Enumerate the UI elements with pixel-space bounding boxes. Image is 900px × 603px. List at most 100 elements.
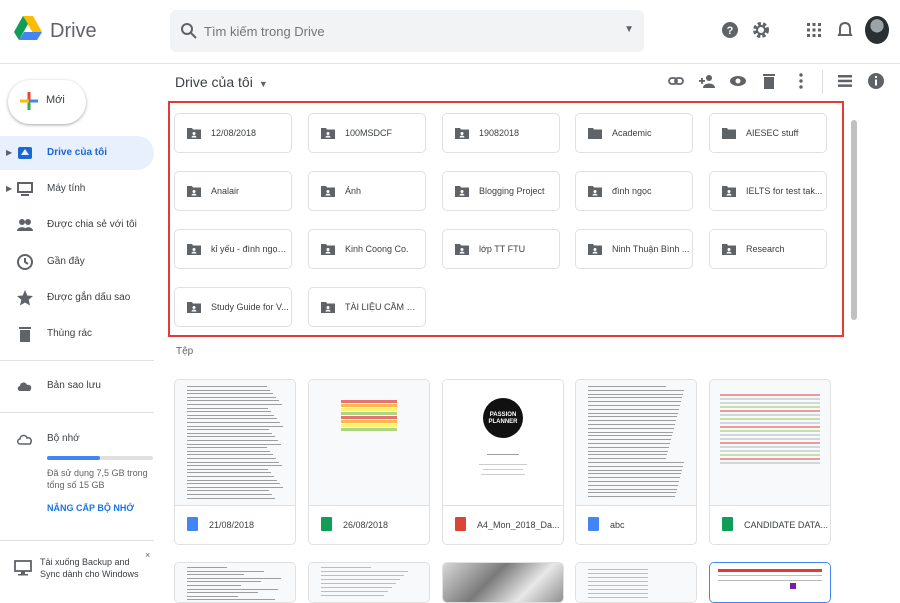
search-options-icon[interactable]: ▼: [624, 24, 634, 35]
file-thumbnail: [576, 563, 696, 602]
expand-caret-icon[interactable]: ▶: [6, 184, 12, 193]
folder-name: Research: [746, 244, 785, 254]
list-view-icon[interactable]: [836, 72, 854, 90]
folder-item[interactable]: AIESEC stuff: [709, 113, 827, 153]
add-person-icon[interactable]: [698, 72, 716, 90]
upgrade-storage-link[interactable]: NÂNG CẤP BỘ NHỚ: [47, 503, 134, 513]
file-card[interactable]: [442, 562, 564, 603]
folder-name: 19082018: [479, 128, 520, 138]
folder-item[interactable]: Research: [709, 229, 827, 269]
sheet-file-icon: [722, 517, 733, 531]
svg-text:?: ?: [727, 25, 734, 37]
shared-folder-icon: [187, 302, 201, 313]
star-icon: [17, 290, 33, 306]
sidebar-item-starred[interactable]: Được gắn dấu sao: [0, 281, 154, 315]
shared-folder-icon: [722, 186, 736, 197]
shared-folder-icon: [321, 186, 335, 197]
sidebar-item-backups[interactable]: Bản sao lưu: [0, 369, 154, 403]
drive-icon: [18, 147, 32, 159]
file-card[interactable]: 21/08/2018: [174, 379, 296, 545]
folder-item[interactable]: Ảnh: [308, 171, 426, 211]
sidebar-item-storage[interactable]: Bộ nhớ: [0, 422, 154, 456]
folder-item[interactable]: Blogging Project: [442, 171, 560, 211]
shared-folder-icon: [588, 244, 602, 255]
shared-folder-icon: [588, 186, 602, 197]
scrollbar[interactable]: [851, 120, 857, 320]
file-card[interactable]: CANDIDATE DATA...: [709, 379, 831, 545]
folder-item[interactable]: lớp TT FTU: [442, 229, 560, 269]
shared-folder-icon: [455, 186, 469, 197]
sidebar-item-computers[interactable]: ▶ Máy tính: [0, 172, 154, 206]
folder-item[interactable]: 12/08/2018: [174, 113, 292, 153]
link-icon[interactable]: [667, 72, 685, 90]
file-card[interactable]: [575, 562, 697, 603]
preview-eye-icon[interactable]: [729, 72, 747, 90]
file-name: abc: [610, 520, 625, 530]
folder-item[interactable]: IELTS for test tak...: [709, 171, 827, 211]
search-input[interactable]: [204, 20, 604, 42]
backup-sync-promo[interactable]: Tải xuống Backup and Sync dành cho Windo…: [0, 548, 154, 592]
cloud-outline-icon: [17, 434, 32, 445]
sidebar-item-shared[interactable]: Được chia sẻ với tôi: [0, 208, 154, 242]
backup-sync-text: Tải xuống Backup and Sync dành cho Windo…: [40, 557, 139, 579]
storage-progress-fill: [47, 456, 100, 460]
shared-folder-icon: [321, 302, 335, 313]
file-thumbnail: [710, 380, 830, 506]
folder-item[interactable]: Ninh Thuận Bình ...: [575, 229, 693, 269]
sidebar-divider: [0, 540, 154, 541]
file-thumbnail: [309, 380, 429, 506]
more-vert-icon[interactable]: [792, 72, 810, 90]
search-box[interactable]: ▼: [170, 10, 644, 52]
sidebar-item-trash[interactable]: Thùng rác: [0, 317, 154, 351]
avatar[interactable]: [865, 16, 889, 44]
close-icon[interactable]: ×: [145, 550, 150, 560]
breadcrumb[interactable]: Drive của tôi ▼: [175, 74, 268, 90]
folder-item[interactable]: 19082018: [442, 113, 560, 153]
file-name: CANDIDATE DATA...: [744, 520, 828, 530]
folder-item[interactable]: Academic: [575, 113, 693, 153]
file-name: 26/08/2018: [343, 520, 389, 530]
file-card[interactable]: 26/08/2018: [308, 379, 430, 545]
sidebar-item-label: Gần đây: [47, 256, 85, 267]
sidebar-item-label: Bản sao lưu: [47, 380, 101, 391]
file-card[interactable]: [174, 562, 296, 603]
folder-item[interactable]: 100MSDCF: [308, 113, 426, 153]
info-icon[interactable]: [867, 72, 885, 90]
file-card[interactable]: [709, 562, 831, 603]
sidebar-item-label: Drive của tôi: [47, 147, 108, 158]
cloud-icon: [17, 382, 32, 391]
monitor-icon: [14, 560, 32, 576]
folder-item[interactable]: Study Guide for V...: [174, 287, 292, 327]
sidebar-item-label: Máy tính: [47, 183, 86, 194]
folder-item[interactable]: Analair: [174, 171, 292, 211]
expand-caret-icon[interactable]: ▶: [6, 148, 12, 157]
doc-file-icon: [187, 517, 198, 531]
storage-progress-bar: [47, 456, 153, 460]
pdf-file-icon: [455, 517, 466, 531]
shared-people-icon: [17, 219, 33, 231]
new-button[interactable]: Mới: [8, 80, 86, 124]
folder-name: 12/08/2018: [211, 128, 257, 138]
sidebar-item-recent[interactable]: Gần đây: [0, 245, 154, 279]
app-title: Drive: [50, 20, 97, 42]
notifications-icon[interactable]: [835, 20, 855, 40]
clock-icon: [17, 254, 33, 270]
sidebar-item-my-drive[interactable]: ▶ Drive của tôi: [0, 136, 154, 170]
folder-item[interactable]: kỉ yếu - đình ngọc...: [174, 229, 292, 269]
trash-icon[interactable]: [760, 72, 778, 90]
new-button-label: Mới: [46, 94, 65, 106]
folder-item[interactable]: TÀI LIỆU CẦM ƠN...: [308, 287, 426, 327]
file-card[interactable]: abc: [575, 379, 697, 545]
folder-name: Kinh Coong Co.: [345, 244, 409, 254]
file-card[interactable]: PASSION PLANNER A4_Mon_2018_Da...: [442, 379, 564, 545]
gear-icon[interactable]: [751, 20, 771, 40]
apps-grid-icon[interactable]: [804, 20, 824, 40]
folder-item[interactable]: đình ngọc: [575, 171, 693, 211]
file-card[interactable]: [308, 562, 430, 603]
shared-folder-icon: [187, 186, 201, 197]
folder-item[interactable]: Kinh Coong Co.: [308, 229, 426, 269]
drive-logo-icon[interactable]: [14, 16, 42, 42]
shared-folder-icon: [722, 244, 736, 255]
help-icon[interactable]: ?: [720, 20, 740, 40]
folder-name: kỉ yếu - đình ngọc...: [211, 244, 289, 254]
